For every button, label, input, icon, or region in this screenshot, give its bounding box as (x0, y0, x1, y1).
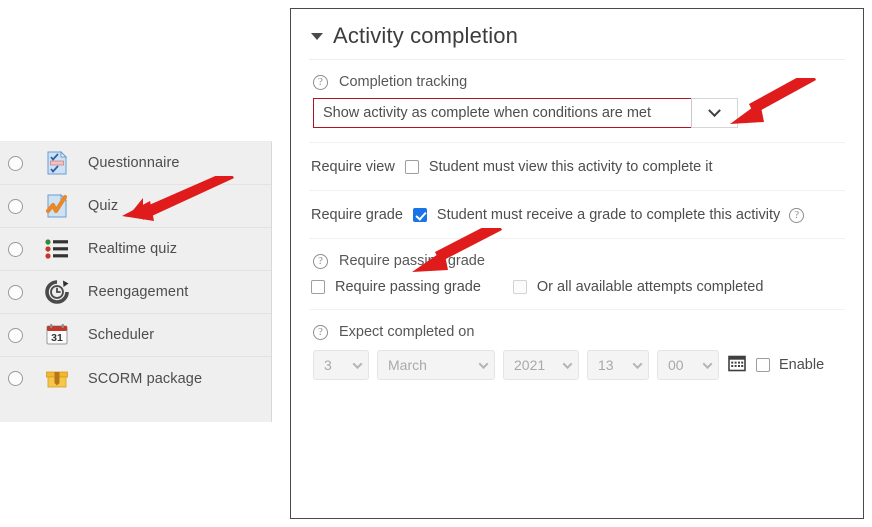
expect-completed-on-controls: 3 March 2021 13 00 Enable (309, 348, 845, 380)
help-circle-icon[interactable]: ? (313, 74, 328, 90)
require-view-row: Require view Student must view this acti… (309, 143, 845, 190)
scorm-package-icon (44, 366, 70, 392)
chevron-down-icon (478, 358, 489, 369)
require-grade-checkbox[interactable] (412, 208, 427, 222)
require-passing-grade-label-row: ? Require passing grade (309, 239, 845, 277)
require-passing-grade-field: ? Require passing grade Require passing … (309, 239, 845, 309)
completion-tracking-label-row: ? Completion tracking (309, 60, 845, 98)
list-item[interactable]: Realtime quiz (0, 228, 271, 271)
chevron-down-icon (562, 358, 573, 369)
questionnaire-icon (44, 150, 70, 176)
list-item[interactable]: Quiz (0, 185, 271, 228)
hour-value: 13 (598, 357, 614, 373)
realtime-quiz-icon (44, 236, 70, 262)
scheduler-icon: 31 (44, 322, 70, 348)
month-select[interactable]: March (377, 350, 495, 380)
help-circle-icon[interactable]: ? (313, 253, 328, 269)
year-select[interactable]: 2021 (503, 350, 579, 380)
chevron-down-icon (632, 358, 643, 369)
require-passing-grade-options: Require passing grade Or all available a… (309, 277, 845, 309)
radio-realtime-quiz[interactable] (8, 241, 23, 257)
require-grade-description: Student must receive a grade to complete… (436, 207, 781, 223)
list-item[interactable]: Reengagement (0, 271, 271, 314)
chevron-down-icon (352, 358, 363, 369)
radio-scheduler[interactable] (8, 327, 23, 343)
day-select[interactable]: 3 (313, 350, 369, 380)
caret-down-icon[interactable] (311, 32, 323, 40)
completion-tracking-field: ? Completion tracking Show activity as c… (309, 60, 845, 128)
month-value: March (388, 357, 427, 373)
list-item-label: Reengagement (88, 284, 189, 300)
panel-header[interactable]: Activity completion (309, 9, 845, 60)
list-item-label: SCORM package (88, 370, 203, 387)
radio-reengagement[interactable] (8, 284, 23, 300)
chevron-down-icon (702, 358, 713, 369)
screenshot-root: Questionnaire Quiz Realtime quiz Reengag… (0, 0, 872, 527)
list-item-label: Questionnaire (88, 155, 180, 171)
quiz-icon (44, 193, 70, 219)
require-grade-row: Require grade Student must receive a gra… (309, 191, 845, 238)
require-view-description: Student must view this activity to compl… (428, 159, 713, 175)
svg-text:31: 31 (51, 332, 63, 344)
activity-chooser-list: Questionnaire Quiz Realtime quiz Reengag… (0, 141, 272, 422)
list-item-label: Scheduler (88, 327, 155, 343)
expect-completed-on-field: ? Expect completed on 3 March 2021 13 00… (309, 310, 845, 380)
help-circle-icon[interactable]: ? (789, 207, 805, 223)
require-passing-grade-checkbox-label: Require passing grade (335, 279, 481, 295)
reengagement-icon (44, 279, 70, 305)
all-attempts-completed-label: Or all available attempts completed (536, 279, 764, 295)
require-grade-label: Require grade (311, 207, 403, 223)
minute-value: 00 (668, 357, 684, 373)
expect-completed-on-label: Expect completed on (339, 324, 475, 340)
list-item[interactable]: Questionnaire (0, 142, 271, 185)
chevron-down-icon[interactable] (691, 98, 738, 128)
radio-quiz[interactable] (8, 198, 23, 214)
radio-scorm-package[interactable] (8, 371, 23, 386)
completion-tracking-select[interactable]: Show activity as complete when condition… (313, 98, 738, 128)
day-value: 3 (324, 357, 332, 373)
list-item-label: Realtime quiz (88, 241, 178, 257)
expect-completed-on-label-row: ? Expect completed on (309, 310, 845, 348)
minute-select[interactable]: 00 (657, 350, 719, 380)
require-passing-grade-group-label: Require passing grade (339, 253, 485, 269)
radio-questionnaire[interactable] (8, 155, 23, 171)
completion-tracking-selected-value: Show activity as complete when condition… (313, 98, 691, 128)
require-view-label: Require view (311, 159, 395, 175)
list-item-label: Quiz (88, 198, 119, 214)
enable-label: Enable (779, 357, 825, 373)
hour-select[interactable]: 13 (587, 350, 649, 380)
activity-completion-panel: Activity completion ? Completion trackin… (290, 8, 864, 519)
all-attempts-completed-checkbox[interactable] (512, 280, 527, 294)
calendar-icon[interactable] (728, 354, 746, 377)
require-passing-grade-checkbox[interactable] (311, 280, 325, 294)
list-item[interactable]: 31 Scheduler (0, 314, 271, 357)
help-circle-icon[interactable]: ? (313, 324, 328, 340)
list-item[interactable]: SCORM package (0, 357, 271, 400)
require-view-checkbox[interactable] (404, 160, 419, 174)
enable-checkbox[interactable] (756, 358, 770, 372)
year-value: 2021 (514, 357, 546, 373)
page-title: Activity completion (333, 23, 519, 48)
completion-tracking-label: Completion tracking (339, 74, 468, 90)
